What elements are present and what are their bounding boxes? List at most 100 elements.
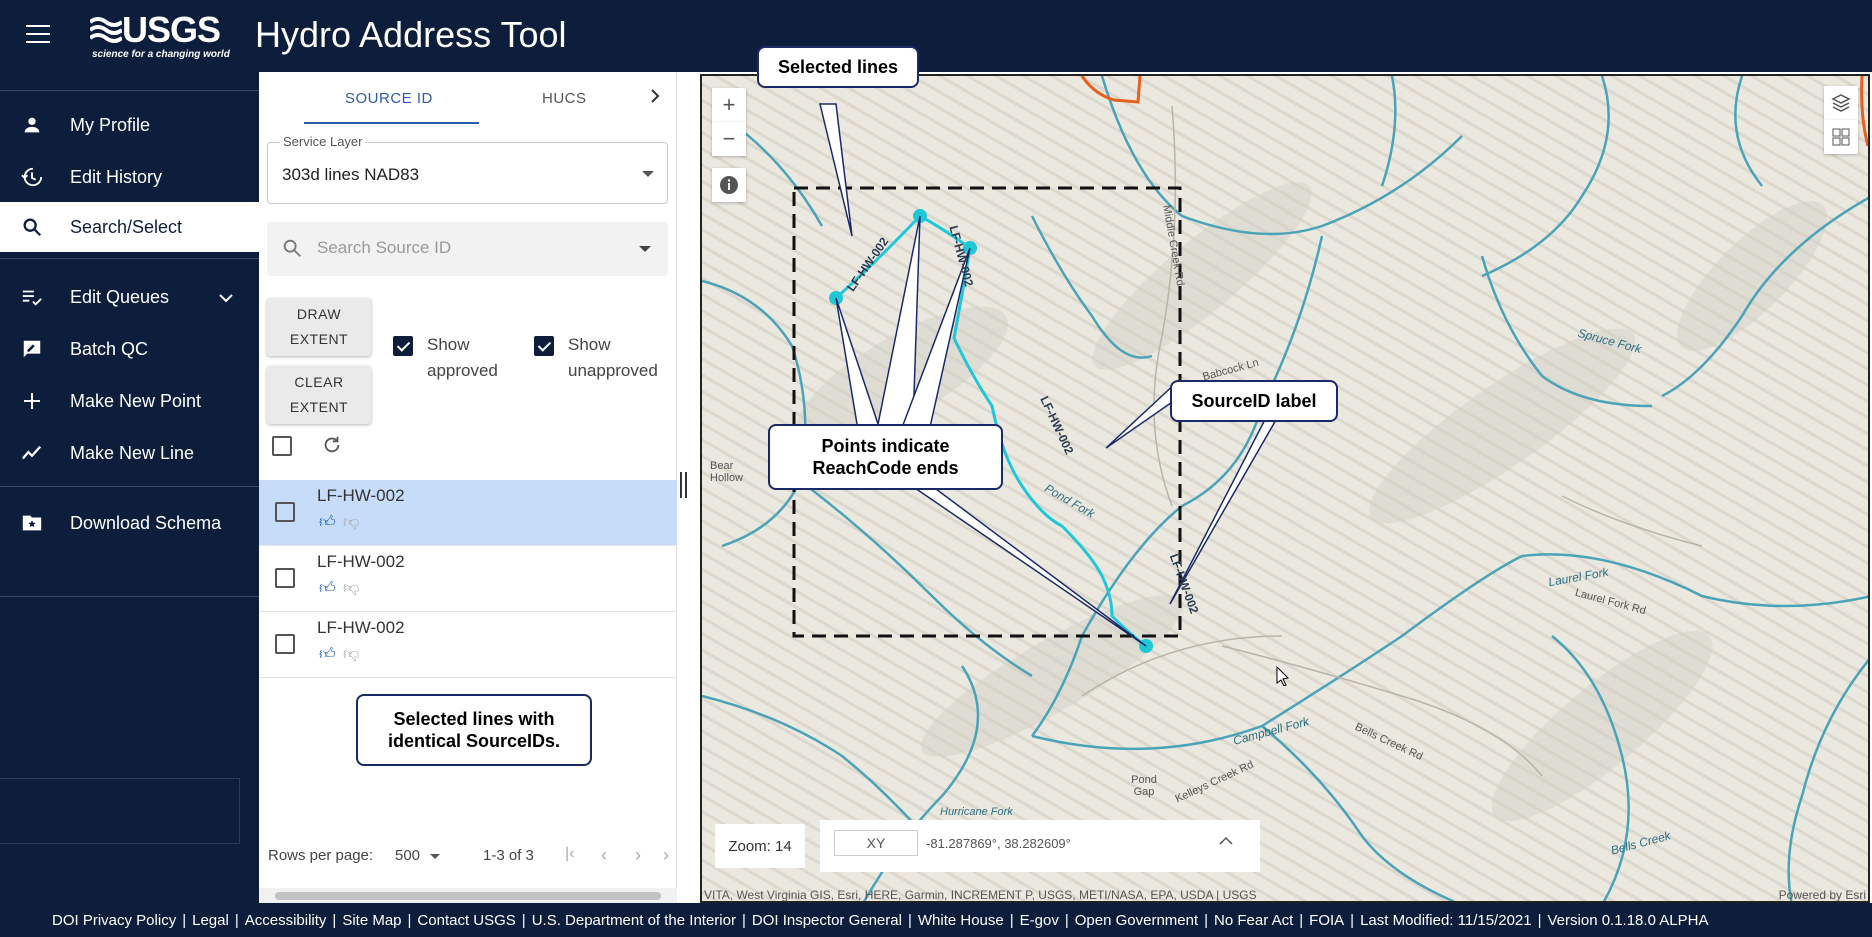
show-unapproved-checkbox[interactable]: Show unapproved: [534, 335, 658, 384]
rows-per-page-select[interactable]: 500: [395, 847, 441, 864]
callout-text: identical SourceIDs.: [387, 731, 561, 751]
sidebar-item-edit-queues[interactable]: Edit Queues: [0, 272, 259, 322]
usgs-logo[interactable]: USGS science for a changing world: [90, 9, 230, 60]
checkbox-label: Show unapproved: [568, 335, 658, 380]
page-range: 1-3 of 3: [483, 847, 534, 864]
coordinate-widget: XY -81.287869°, 38.282609°: [820, 820, 1260, 872]
prev-page-icon[interactable]: ‹: [601, 845, 607, 866]
panel-resize-handle[interactable]: [680, 472, 692, 502]
map-attribution: VITA, West Virginia GIS, Esri, HERE, Gar…: [704, 888, 1257, 902]
chevron-right-icon[interactable]: [649, 88, 661, 109]
caret-down-icon[interactable]: [639, 246, 651, 252]
sidebar-item-edit-history[interactable]: Edit History: [0, 152, 259, 202]
logo-text: USGS: [122, 9, 221, 50]
tab-hucs[interactable]: HUCS: [542, 90, 587, 107]
sidebar-item-download-schema[interactable]: Download Schema: [0, 498, 259, 548]
sidebar-item-my-profile[interactable]: My Profile: [0, 100, 259, 150]
divider: [0, 596, 259, 597]
coordinate-format-button[interactable]: XY: [834, 830, 918, 856]
service-layer-select[interactable]: Service Layer 303d lines NAD83: [267, 134, 668, 204]
show-chart-icon: [20, 441, 44, 465]
table-row[interactable]: LF-HW-002 👍︎ 👎︎: [259, 546, 677, 612]
callout-text: Points indicate: [821, 436, 950, 456]
sidebar-item-label: Make New Line: [70, 442, 195, 463]
basemap-gallery-icon[interactable]: [1824, 120, 1858, 154]
footer-link[interactable]: Legal: [192, 912, 229, 929]
zoom-level-display: Zoom: 14: [715, 824, 805, 868]
footer-link[interactable]: Open Government: [1075, 912, 1198, 929]
footer-link[interactable]: DOI Privacy Policy: [52, 912, 176, 929]
row-checkbox[interactable]: [275, 568, 295, 588]
sidebar-item-make-new-point[interactable]: Make New Point: [0, 376, 259, 426]
playlist-check-icon: [20, 285, 44, 309]
horizontal-scrollbar[interactable]: [259, 888, 677, 903]
person-icon: [20, 113, 44, 137]
app-title: Hydro Address Tool: [255, 14, 567, 55]
last-page-icon[interactable]: ›: [663, 845, 669, 866]
rows-per-page-label: Rows per page:: [268, 847, 374, 864]
pagination: Rows per page: 500 1-3 of 3 |‹ ‹ › ›: [259, 842, 677, 872]
coordinate-readout: -81.287869°, 38.282609°: [926, 836, 1071, 851]
mouse-cursor-icon: [1276, 665, 1290, 691]
sidebar-item-label: Edit History: [70, 166, 163, 187]
search-icon: [281, 237, 305, 261]
plus-icon: [20, 389, 44, 413]
footer-link[interactable]: Contact USGS: [417, 912, 515, 929]
show-approved-checkbox[interactable]: Show approved: [393, 335, 498, 384]
row-checkbox[interactable]: [275, 634, 295, 654]
refresh-icon[interactable]: [321, 434, 343, 461]
logo-tagline: science for a changing world: [92, 49, 230, 60]
thumb-down-icon[interactable]: 👎︎: [343, 513, 359, 532]
powered-by-esri: Powered by Esri: [1778, 888, 1866, 902]
menu-icon[interactable]: [26, 25, 50, 45]
thumb-down-icon[interactable]: 👎︎: [343, 579, 359, 598]
callout-identical-ids: Selected lines with identical SourceIDs.: [356, 694, 592, 766]
zoom-out-button[interactable]: −: [712, 122, 746, 156]
sidebar-item-label: Make New Point: [70, 390, 202, 411]
footer-link[interactable]: No Fear Act: [1214, 912, 1293, 929]
footer-link[interactable]: E-gov: [1020, 912, 1059, 929]
zoom-in-button[interactable]: +: [712, 88, 746, 122]
thumb-up-icon[interactable]: 👍︎: [319, 513, 336, 532]
footer-link[interactable]: FOIA: [1309, 912, 1344, 929]
sidebar-item-make-new-line[interactable]: Make New Line: [0, 428, 259, 478]
footer-link[interactable]: Accessibility: [245, 912, 327, 929]
checkbox[interactable]: [393, 336, 413, 356]
button-label: DRAW: [296, 306, 342, 322]
tab-source-id[interactable]: SOURCE ID: [345, 90, 433, 107]
first-page-icon[interactable]: |‹: [565, 845, 574, 863]
tab-indicator: [304, 122, 479, 124]
thumb-down-icon[interactable]: 👎︎: [343, 645, 359, 664]
chevron-down-icon: [218, 287, 234, 308]
checkbox[interactable]: [534, 336, 554, 356]
callout-selected-lines: Selected lines: [757, 46, 919, 88]
info-icon[interactable]: [712, 168, 746, 202]
layers-icon[interactable]: [1824, 86, 1858, 120]
next-page-icon[interactable]: ›: [635, 845, 641, 866]
footer-link[interactable]: U.S. Department of the Interior: [532, 912, 736, 929]
thumb-up-icon[interactable]: 👍︎: [319, 579, 336, 598]
search-placeholder: Search Source ID: [317, 238, 452, 257]
chevron-up-icon[interactable]: [1218, 830, 1234, 851]
footer-link[interactable]: Site Map: [342, 912, 401, 929]
row-checkbox[interactable]: [275, 502, 295, 522]
footer-link[interactable]: White House: [918, 912, 1004, 929]
thumb-up-icon[interactable]: 👍︎: [319, 645, 336, 664]
sidebar-item-search-select[interactable]: Search/Select: [0, 202, 259, 252]
select-all-checkbox[interactable]: [272, 436, 292, 456]
checkbox-label: Show approved: [427, 335, 498, 380]
sidebar-item-batch-qc[interactable]: Batch QC: [0, 324, 259, 374]
last-modified: Last Modified: 11/15/2021: [1360, 911, 1532, 929]
search-source-id-input[interactable]: Search Source ID: [267, 222, 668, 276]
divider: [0, 258, 259, 259]
callout-text: ReachCode ends: [812, 458, 959, 478]
table-row[interactable]: LF-HW-002 👍︎ 👎︎: [259, 480, 677, 546]
table-row[interactable]: LF-HW-002 👍︎ 👎︎: [259, 612, 677, 678]
sidebar-item-label: Batch QC: [70, 338, 149, 359]
folder-star-icon: [20, 511, 44, 535]
sidebar-item-label: Download Schema: [70, 512, 222, 533]
callout-text: Selected lines with: [393, 709, 555, 729]
footer-link[interactable]: DOI Inspector General: [752, 912, 902, 929]
top-bar: USGS science for a changing world Hydro …: [0, 0, 1872, 72]
draw-extent-button[interactable]: DRAW EXTENT: [267, 298, 371, 356]
